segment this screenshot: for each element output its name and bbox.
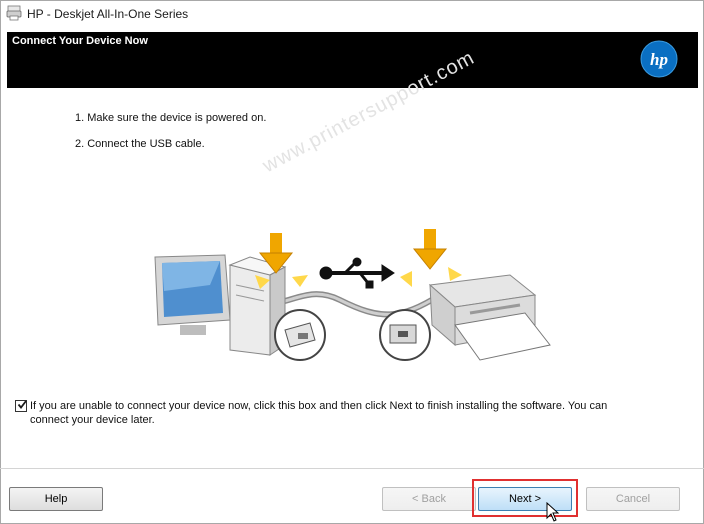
printer-icon [428,274,551,361]
window-title: HP - Deskjet All-In-One Series [27,7,189,21]
connect-later-checkbox[interactable] [15,400,27,412]
title-bar: HP - Deskjet All-In-One Series [1,1,703,27]
back-button[interactable]: < Back [382,487,476,511]
usb-plug-icon [274,309,326,361]
checkmark-icon [17,400,27,409]
footer-divider [0,468,704,469]
mouse-cursor-icon [546,502,560,522]
usb-symbol-icon [319,257,395,289]
usb-plug-icon [379,309,431,361]
down-arrow-icon [400,229,462,287]
banner-title: Connect Your Device Now [12,35,148,47]
svg-text:hp: hp [650,50,668,69]
header-banner: Connect Your Device Now hp [7,32,698,88]
connection-illustration [154,229,551,361]
hp-printer-app-icon [6,5,22,21]
hp-logo: hp [640,40,678,78]
connect-later-label[interactable]: If you are unable to connect your device… [30,399,630,427]
step-power-on: 1. Make sure the device is powered on. [75,112,267,124]
step-connect-usb: 2. Connect the USB cable. [75,138,205,150]
computer-icon [154,254,287,356]
cancel-button[interactable]: Cancel [586,487,680,511]
help-button[interactable]: Help [9,487,103,511]
